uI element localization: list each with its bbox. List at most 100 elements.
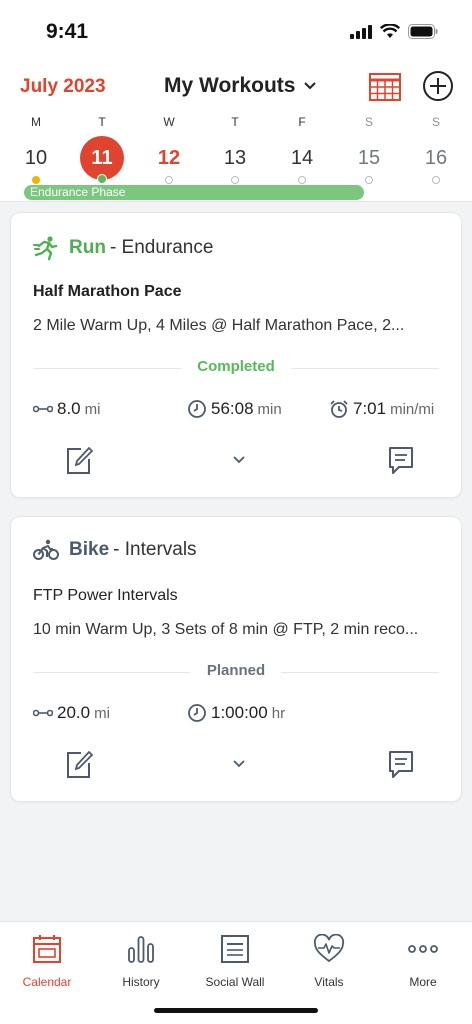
duration-unit: hr xyxy=(271,705,286,722)
duration-stat: 1:00:00 hr xyxy=(187,703,285,723)
distance-unit: mi xyxy=(94,705,110,722)
workouts-dropdown[interactable]: My Workouts xyxy=(164,74,317,98)
tab-label: History xyxy=(122,975,160,989)
status-icons xyxy=(350,24,438,39)
heart-pulse-icon xyxy=(313,933,345,963)
tab-label: Vitals xyxy=(314,975,344,989)
workout-card-run[interactable]: Run - Endurance Half Marathon Pace 2 Mil… xyxy=(10,212,462,498)
pace-stat: 7:01 min/mi xyxy=(329,399,434,419)
day-number: 15 xyxy=(357,147,381,169)
status-badge: Completed xyxy=(181,358,291,375)
distance-value: 20.0 xyxy=(57,703,91,722)
sport-label: Bike xyxy=(69,539,110,560)
tab-label: More xyxy=(409,975,437,989)
status-bar: 9:41 xyxy=(0,0,472,62)
distance-unit: mi xyxy=(84,401,101,418)
day-thursday[interactable]: T 13 xyxy=(205,114,265,184)
status-time: 9:41 xyxy=(46,20,89,43)
day-letter: S xyxy=(364,115,373,129)
workout-card-bike[interactable]: Bike - Intervals FTP Power Intervals 10 … xyxy=(10,516,462,802)
workout-stats: 8.0 mi 56:08 min 7:01 min/mi xyxy=(33,399,443,423)
clock-icon xyxy=(188,704,206,722)
tab-social-wall[interactable]: Social Wall xyxy=(190,934,280,989)
workout-description: 2 Mile Warm Up, 4 Miles @ Half Marathon … xyxy=(33,317,405,334)
day-wednesday[interactable]: W 12 xyxy=(139,114,199,184)
bar-chart-icon xyxy=(128,936,154,963)
distance-icon xyxy=(33,405,53,413)
comment-icon[interactable] xyxy=(387,445,415,475)
edit-icon[interactable] xyxy=(65,445,93,475)
day-saturday[interactable]: S 15 xyxy=(339,114,399,184)
workouts-title: My Workouts xyxy=(164,74,296,97)
distance-icon xyxy=(33,709,53,717)
day-number: 14 xyxy=(290,147,314,169)
home-indicator xyxy=(154,1008,318,1013)
status-divider: Planned xyxy=(33,662,439,682)
tab-vitals[interactable]: Vitals xyxy=(284,933,374,989)
plus-circle-icon[interactable] xyxy=(422,70,454,102)
sport-label: Run xyxy=(69,237,106,258)
wifi-icon xyxy=(380,24,400,38)
day-monday[interactable]: M 10 xyxy=(6,114,66,184)
chevron-down-icon[interactable] xyxy=(231,759,247,769)
chevron-down-icon xyxy=(304,82,317,90)
day-number: 11 xyxy=(80,136,124,180)
card-actions xyxy=(11,749,463,783)
day-number: 12 xyxy=(157,147,181,169)
news-feed-icon xyxy=(221,935,249,963)
more-dots-icon xyxy=(408,945,438,953)
comment-icon[interactable] xyxy=(387,749,415,779)
calendar-icon xyxy=(33,935,61,963)
day-letter: T xyxy=(231,115,239,129)
day-letter: F xyxy=(298,115,306,129)
week-strip: M 10 T 11 W 12 T 13 F 14 S 15 S 16 xyxy=(0,114,472,184)
edit-icon[interactable] xyxy=(65,749,93,779)
bike-icon xyxy=(33,539,59,560)
chevron-down-icon[interactable] xyxy=(231,455,247,465)
workout-description: 10 min Warm Up, 3 Sets of 8 min @ FTP, 2… xyxy=(33,621,419,638)
workout-stats: 20.0 mi 1:00:00 hr xyxy=(33,703,443,727)
duration-stat: 56:08 min xyxy=(187,399,282,419)
day-sunday[interactable]: S 16 xyxy=(406,114,466,184)
month-label[interactable]: July 2023 xyxy=(20,76,106,98)
tab-label: Social Wall xyxy=(205,975,265,989)
workout-header: Run - Endurance xyxy=(33,235,213,261)
workout-title: Half Marathon Pace xyxy=(33,283,182,300)
workout-type: - Intervals xyxy=(113,539,197,560)
tab-calendar[interactable]: Calendar xyxy=(2,934,92,989)
duration-unit: min xyxy=(257,401,282,418)
pace-value: 7:01 xyxy=(353,399,387,418)
day-letter: T xyxy=(98,115,106,129)
workout-type: - Endurance xyxy=(109,237,214,258)
day-friday[interactable]: F 14 xyxy=(272,114,332,184)
status-divider: Completed xyxy=(33,358,439,378)
day-number: 10 xyxy=(24,147,48,169)
run-icon xyxy=(33,236,58,261)
distance-stat: 20.0 mi xyxy=(33,703,110,723)
distance-value: 8.0 xyxy=(57,399,81,418)
day-letter: S xyxy=(431,115,440,129)
day-number: 16 xyxy=(424,147,448,169)
training-phase-bar[interactable]: Endurance Phase xyxy=(24,185,364,200)
duration-value: 56:08 xyxy=(211,399,254,418)
day-number: 13 xyxy=(223,147,247,169)
status-badge: Planned xyxy=(190,662,282,679)
tab-label: Calendar xyxy=(22,975,72,989)
duration-value: 1:00:00 xyxy=(211,703,268,722)
card-actions xyxy=(11,445,463,479)
tab-history[interactable]: History xyxy=(96,934,186,989)
signal-icon xyxy=(350,24,372,39)
workout-header: Bike - Intervals xyxy=(33,539,197,561)
battery-icon xyxy=(408,24,438,39)
calendar-grid-icon[interactable] xyxy=(368,72,402,102)
workout-title: FTP Power Intervals xyxy=(33,587,178,604)
tab-more[interactable]: More xyxy=(378,934,468,989)
day-letter: M xyxy=(31,115,41,129)
pace-unit: min/mi xyxy=(390,401,435,418)
distance-stat: 8.0 mi xyxy=(33,399,100,419)
clock-icon xyxy=(188,400,206,418)
day-tuesday-selected[interactable]: T 11 xyxy=(72,114,132,184)
day-letter: W xyxy=(163,115,175,129)
alarm-clock-icon xyxy=(330,400,348,418)
calendar-header: July 2023 My Workouts M 10 T 11 W 12 T 1… xyxy=(0,62,472,202)
